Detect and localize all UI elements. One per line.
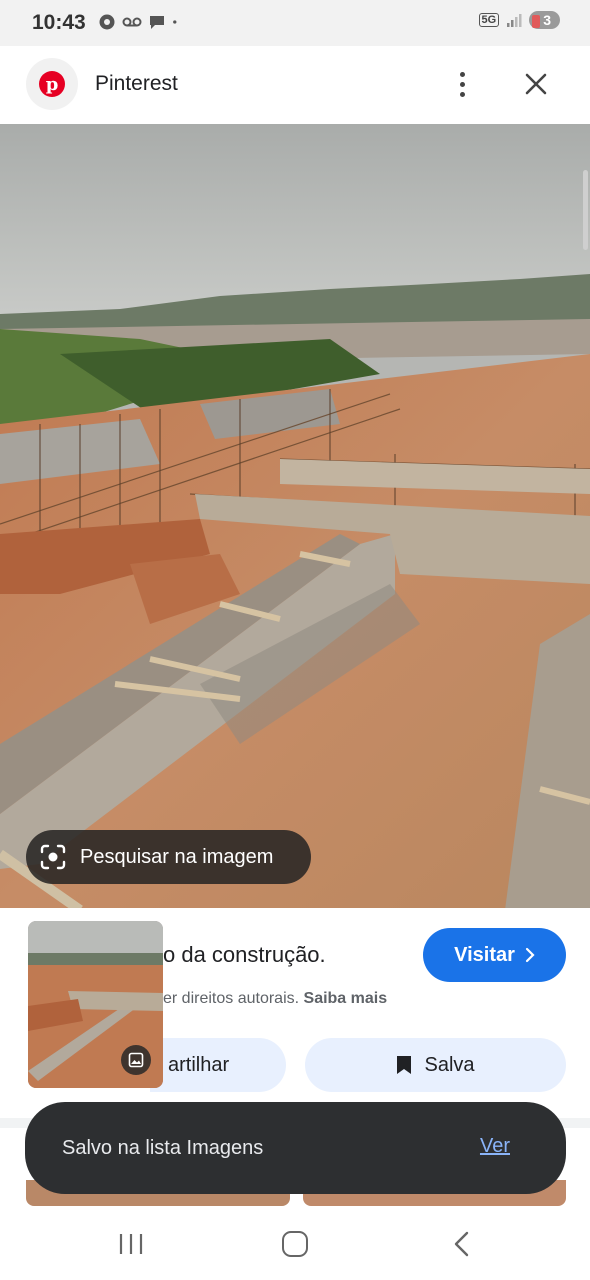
more-vert-icon [459, 71, 465, 77]
chrome-icon [99, 14, 115, 30]
search-image-label: Pesquisar na imagem [80, 845, 274, 868]
image-badge [121, 1045, 151, 1075]
save-button[interactable]: Salva [305, 1038, 566, 1092]
close-button[interactable] [518, 66, 554, 102]
scrollbar-thumb[interactable] [583, 170, 588, 250]
snackbar-view-button[interactable]: Ver [480, 1135, 510, 1158]
chevron-right-icon [525, 947, 535, 963]
signal-icon [507, 14, 522, 27]
network-type: 5G [478, 13, 500, 27]
share-button[interactable]: artilhar [150, 1038, 286, 1092]
system-nav-bar [0, 1208, 590, 1280]
result-title[interactable]: o da construção. [163, 942, 326, 968]
browser-header: p Pinterest [0, 46, 590, 124]
home-icon[interactable] [282, 1231, 308, 1257]
construction-photo[interactable] [0, 124, 590, 910]
voicemail-icon [122, 17, 142, 27]
lens-icon [40, 844, 66, 870]
battery-icon: 3 [529, 11, 560, 29]
construction-site-image [0, 124, 590, 910]
status-notification-icons [98, 13, 182, 31]
dot-icon [173, 20, 177, 24]
page-title: Pinterest [95, 72, 178, 95]
status-time: 10:43 [32, 11, 86, 34]
chat-bubble-icon [150, 16, 164, 29]
status-system-icons: 5G 3 [478, 11, 560, 29]
share-label: artilhar [168, 1053, 230, 1076]
more-options-button[interactable] [448, 66, 476, 102]
bookmark-icon [397, 1056, 412, 1074]
image-icon [128, 1052, 144, 1068]
visit-label: Visitar [454, 943, 515, 966]
result-panel: o da construção. Visitar er direitos aut… [0, 908, 590, 1118]
copyright-notice: er direitos autorais. Saiba mais [163, 990, 387, 1008]
visit-button[interactable]: Visitar [423, 928, 566, 982]
result-thumbnail[interactable] [28, 921, 163, 1088]
learn-more-link[interactable]: Saiba mais [304, 990, 388, 1007]
search-image-button[interactable]: Pesquisar na imagem [26, 830, 311, 884]
snackbar: Salvo na lista Imagens Ver [25, 1102, 566, 1194]
save-label: Salva [424, 1053, 475, 1076]
recent-apps-icon[interactable] [118, 1232, 144, 1256]
rights-text: er direitos autorais. [163, 990, 300, 1007]
snackbar-message: Salvo na lista Imagens [62, 1136, 264, 1159]
back-icon[interactable] [450, 1230, 474, 1258]
status-bar: 10:43 5G 3 [0, 0, 590, 46]
pinterest-logo: p [26, 58, 78, 110]
pinterest-logo-icon: p [39, 71, 65, 97]
